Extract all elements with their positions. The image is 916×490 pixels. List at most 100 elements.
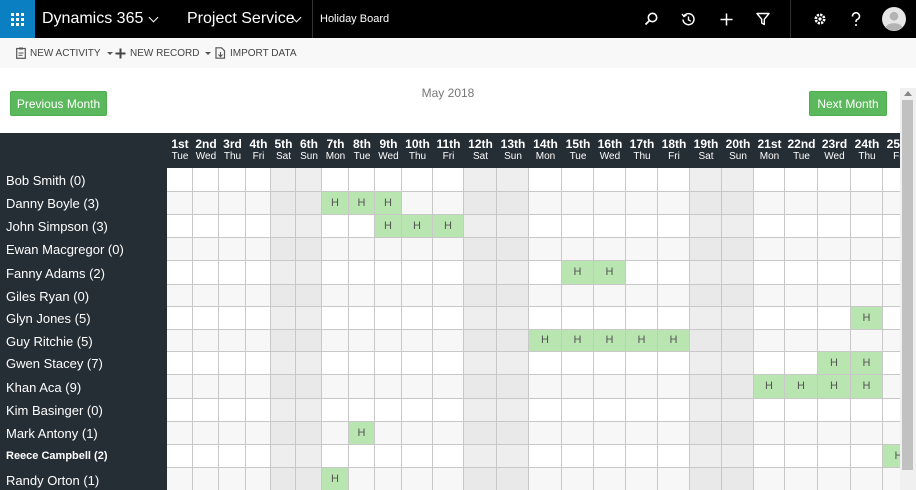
holiday-cell[interactable]: H <box>818 375 851 399</box>
holiday-cell[interactable]: H <box>562 330 594 352</box>
page-name[interactable]: Holiday Board <box>320 0 389 38</box>
holiday-cell[interactable]: H <box>818 352 851 375</box>
day-cell[interactable] <box>658 238 690 261</box>
employee-name[interactable]: Glyn Jones (5) <box>6 307 91 330</box>
day-cell[interactable] <box>497 285 529 307</box>
employee-name[interactable]: Ewan Macgregor (0) <box>6 238 124 261</box>
day-cell[interactable] <box>402 168 433 192</box>
day-cell[interactable] <box>851 192 883 215</box>
day-cell[interactable] <box>529 238 562 261</box>
filter-icon[interactable] <box>748 0 778 38</box>
holiday-cell[interactable]: H <box>322 468 349 490</box>
employee-name[interactable]: Fanny Adams (2) <box>6 262 105 285</box>
day-cell[interactable] <box>785 238 818 261</box>
day-cell[interactable] <box>349 215 375 238</box>
day-cell[interactable] <box>497 330 529 352</box>
day-cell[interactable] <box>722 285 754 307</box>
day-cell[interactable] <box>375 168 402 192</box>
day-cell[interactable] <box>402 399 433 422</box>
day-cell[interactable] <box>219 422 246 445</box>
day-cell[interactable] <box>167 399 193 422</box>
day-cell[interactable] <box>497 261 529 285</box>
day-cell[interactable] <box>433 238 464 261</box>
day-cell[interactable] <box>296 261 322 285</box>
day-cell[interactable] <box>497 468 529 490</box>
day-cell[interactable] <box>851 422 883 445</box>
day-cell[interactable] <box>375 330 402 352</box>
day-cell[interactable] <box>754 330 785 352</box>
day-cell[interactable] <box>785 468 818 490</box>
day-cell[interactable] <box>322 330 349 352</box>
day-cell[interactable] <box>818 261 851 285</box>
day-cell[interactable] <box>722 261 754 285</box>
day-cell[interactable] <box>658 445 690 468</box>
day-cell[interactable] <box>754 285 785 307</box>
day-cell[interactable] <box>785 399 818 422</box>
day-cell[interactable] <box>167 168 193 192</box>
day-cell[interactable] <box>754 238 785 261</box>
day-cell[interactable] <box>722 375 754 399</box>
employee-name[interactable]: Giles Ryan (0) <box>6 285 89 308</box>
day-cell[interactable] <box>883 215 900 238</box>
holiday-cell[interactable]: H <box>754 375 785 399</box>
day-cell[interactable] <box>754 468 785 490</box>
day-cell[interactable] <box>754 215 785 238</box>
day-cell[interactable] <box>322 375 349 399</box>
day-cell[interactable] <box>375 445 402 468</box>
day-cell[interactable] <box>594 192 626 215</box>
day-cell[interactable] <box>402 375 433 399</box>
holiday-cell[interactable]: H <box>626 330 658 352</box>
day-cell[interactable] <box>349 352 375 375</box>
day-cell[interactable] <box>883 285 900 307</box>
day-cell[interactable] <box>271 330 296 352</box>
day-cell[interactable] <box>658 422 690 445</box>
day-cell[interactable] <box>722 330 754 352</box>
day-cell[interactable] <box>193 422 219 445</box>
holiday-cell[interactable]: H <box>433 215 464 238</box>
day-cell[interactable] <box>433 445 464 468</box>
day-cell[interactable] <box>690 375 722 399</box>
day-cell[interactable] <box>562 375 594 399</box>
day-cell[interactable] <box>271 238 296 261</box>
day-cell[interactable] <box>402 468 433 490</box>
previous-month-button[interactable]: Previous Month <box>10 91 107 116</box>
day-cell[interactable] <box>818 399 851 422</box>
day-cell[interactable] <box>690 168 722 192</box>
day-cell[interactable] <box>785 261 818 285</box>
holiday-cell[interactable]: H <box>851 307 883 330</box>
day-cell[interactable] <box>883 192 900 215</box>
day-cell[interactable] <box>562 192 594 215</box>
day-cell[interactable] <box>626 375 658 399</box>
day-cell[interactable] <box>497 352 529 375</box>
day-cell[interactable] <box>433 285 464 307</box>
day-cell[interactable] <box>626 192 658 215</box>
day-cell[interactable] <box>296 215 322 238</box>
day-cell[interactable] <box>433 468 464 490</box>
vertical-scrollbar[interactable] <box>900 88 916 490</box>
day-cell[interactable] <box>167 422 193 445</box>
holiday-cell[interactable]: H <box>562 261 594 285</box>
scrollbar-thumb[interactable] <box>902 100 913 470</box>
day-cell[interactable] <box>658 399 690 422</box>
day-cell[interactable] <box>529 285 562 307</box>
day-cell[interactable] <box>271 445 296 468</box>
holiday-cell[interactable]: H <box>883 445 900 468</box>
day-cell[interactable] <box>193 261 219 285</box>
day-cell[interactable] <box>851 168 883 192</box>
day-cell[interactable] <box>626 445 658 468</box>
day-cell[interactable] <box>626 285 658 307</box>
day-cell[interactable] <box>433 330 464 352</box>
day-cell[interactable] <box>246 285 271 307</box>
day-cell[interactable] <box>402 261 433 285</box>
day-cell[interactable] <box>658 168 690 192</box>
day-cell[interactable] <box>818 445 851 468</box>
day-cell[interactable] <box>818 422 851 445</box>
day-cell[interactable] <box>562 352 594 375</box>
day-cell[interactable] <box>193 285 219 307</box>
day-cell[interactable] <box>296 468 322 490</box>
day-cell[interactable] <box>219 285 246 307</box>
day-cell[interactable] <box>464 445 497 468</box>
day-cell[interactable] <box>594 468 626 490</box>
day-cell[interactable] <box>658 375 690 399</box>
day-cell[interactable] <box>193 192 219 215</box>
